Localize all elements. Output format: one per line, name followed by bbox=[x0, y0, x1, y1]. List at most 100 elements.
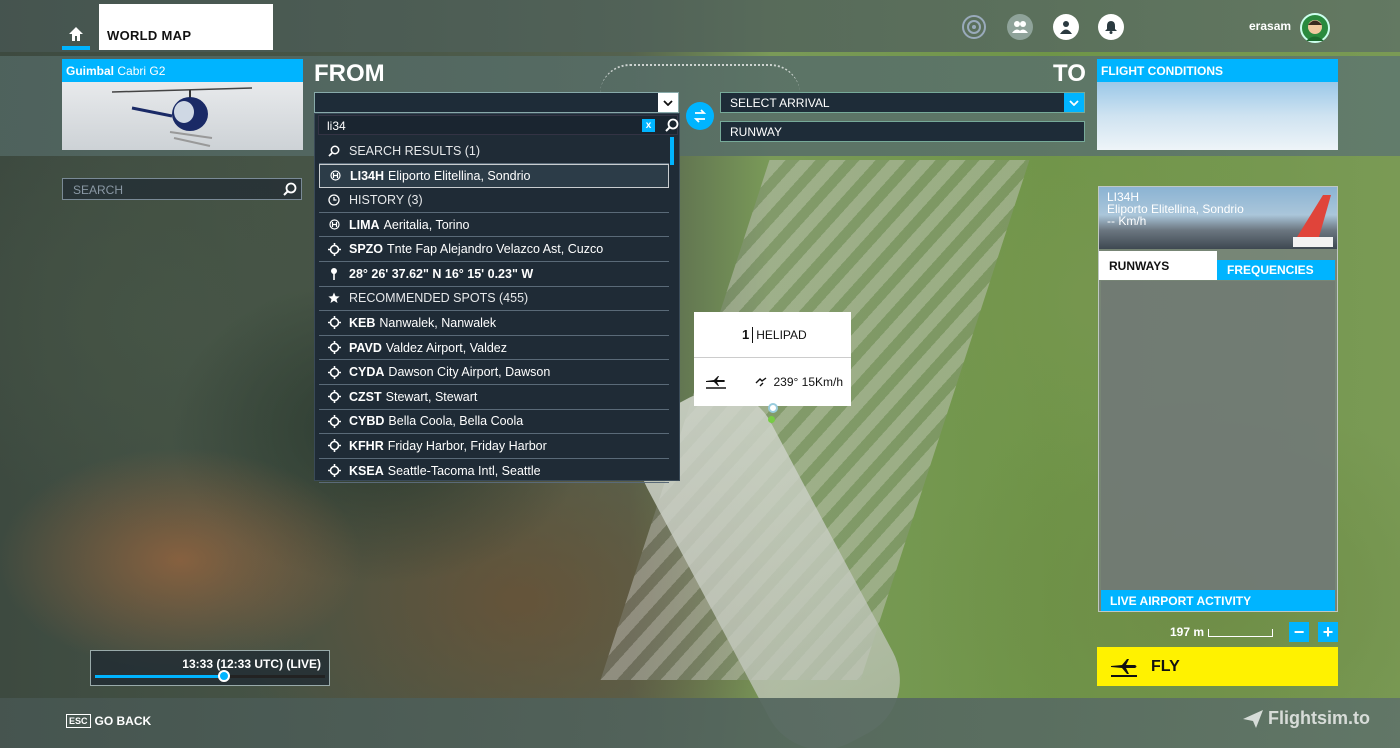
airport-popup[interactable]: 1 HELIPAD 239° 15Km/h bbox=[694, 312, 851, 406]
bell-icon bbox=[1105, 21, 1117, 34]
result-code: SPZO bbox=[349, 242, 384, 257]
paper-plane-icon bbox=[1243, 709, 1263, 728]
plane-takeoff-icon bbox=[1111, 658, 1137, 677]
airport-icon bbox=[325, 439, 343, 453]
watermark: Flightsim.to bbox=[1242, 708, 1370, 729]
result-code: 28° 26' 37.62" N 16° 15' 0.23" W bbox=[349, 266, 534, 281]
arrival-select[interactable]: SELECT ARRIVAL bbox=[720, 92, 1085, 113]
result-name: Aeritalia, Torino bbox=[383, 217, 470, 232]
chevron-down-icon bbox=[663, 99, 673, 106]
result-code: LIMA bbox=[349, 217, 380, 232]
activity-button[interactable] bbox=[961, 14, 987, 40]
aircraft-card[interactable]: Guimbal Cabri G2 bbox=[62, 59, 303, 150]
divider bbox=[752, 326, 754, 343]
clear-search-button[interactable]: x bbox=[642, 119, 655, 132]
departure-select[interactable] bbox=[314, 92, 679, 113]
profile-button[interactable] bbox=[1053, 14, 1079, 40]
map-search-input[interactable]: SEARCH bbox=[62, 178, 302, 200]
result-name: Valdez Airport, Valdez bbox=[385, 340, 508, 355]
section-title: HISTORY (3) bbox=[349, 192, 423, 207]
tab-runways[interactable]: RUNWAYS bbox=[1099, 251, 1217, 280]
user-icon bbox=[1060, 21, 1072, 34]
section-title: RECOMMENDED SPOTS (455) bbox=[349, 291, 529, 306]
result-section-header: RECOMMENDED SPOTS (455) bbox=[319, 287, 669, 312]
airport-info-panel: LI34H Eliporto Elitellina, Sondrio -- Km… bbox=[1098, 186, 1338, 612]
avatar[interactable] bbox=[1300, 13, 1330, 43]
departure-search-dropdown: li34 x SEARCH RESULTS (1) LI34H Eliporto E… bbox=[314, 113, 680, 484]
zoom-in-button[interactable]: + bbox=[1318, 622, 1338, 642]
result-code: CZST bbox=[349, 389, 382, 404]
search-icon[interactable] bbox=[283, 182, 297, 196]
zoom-out-button[interactable]: − bbox=[1289, 622, 1309, 642]
heliport-icon bbox=[325, 219, 343, 230]
aircraft-model: Cabri G2 bbox=[117, 64, 166, 78]
friends-button[interactable] bbox=[1007, 14, 1033, 40]
aircraft-image bbox=[62, 82, 303, 150]
search-icon bbox=[325, 145, 343, 157]
result-item[interactable]: KFHR Friday Harbor, Friday Harbor bbox=[319, 434, 669, 459]
departure-dropdown-button[interactable] bbox=[658, 93, 678, 112]
map-location-marker[interactable] bbox=[768, 403, 778, 413]
runway-select[interactable]: RUNWAY bbox=[720, 121, 1085, 142]
aircraft-brand: Guimbal bbox=[66, 64, 115, 78]
weather-preview-image bbox=[1097, 82, 1338, 150]
wind-row: 239° 15Km/h bbox=[694, 358, 851, 406]
time-slider[interactable] bbox=[95, 670, 325, 682]
result-item[interactable]: KSEA Seattle-Tacoma Intl, Seattle bbox=[319, 459, 669, 484]
result-code: KFHR bbox=[349, 438, 384, 453]
map-search-placeholder: SEARCH bbox=[73, 183, 124, 197]
result-code: LI34H bbox=[350, 168, 385, 183]
world-map-tab[interactable]: WORLD MAP bbox=[99, 4, 273, 50]
search-query: li34 bbox=[327, 119, 346, 133]
result-item[interactable]: CZST Stewart, Stewart bbox=[319, 385, 669, 410]
flight-path-decoration bbox=[600, 64, 800, 94]
spiral-icon bbox=[962, 15, 986, 39]
airport-icon bbox=[325, 316, 343, 330]
result-name: Stewart, Stewart bbox=[385, 389, 478, 404]
to-label: TO bbox=[1053, 60, 1086, 87]
results-scrollbar[interactable] bbox=[670, 137, 674, 165]
airport-hero-image: LI34H Eliporto Elitellina, Sondrio -- Km… bbox=[1099, 187, 1337, 249]
airport-info-content bbox=[1101, 281, 1335, 591]
result-item[interactable]: SPZO Tnte Fap Alejandro Velazco Ast, Cuzc… bbox=[319, 237, 669, 262]
result-item[interactable]: CYBD Bella Coola, Bella Coola bbox=[319, 410, 669, 435]
time-slider-handle[interactable] bbox=[217, 670, 230, 682]
result-name: Seattle-Tacoma Intl, Seattle bbox=[387, 463, 541, 478]
flight-conditions-card[interactable]: FLIGHT CONDITIONS bbox=[1097, 59, 1338, 150]
result-name: Eliporto Elitellina, Sondrio bbox=[388, 168, 531, 183]
result-item[interactable]: PAVD Valdez Airport, Valdez bbox=[319, 336, 669, 361]
result-item[interactable]: CYDA Dawson City Airport, Dawson bbox=[319, 360, 669, 385]
result-item[interactable]: LI34H Eliporto Elitellina, Sondrio bbox=[319, 163, 669, 189]
departure-search-input[interactable]: li34 x bbox=[318, 115, 679, 135]
swap-button[interactable] bbox=[686, 102, 714, 130]
fly-button[interactable]: FLY bbox=[1097, 647, 1338, 686]
result-section-header: SEARCH RESULTS (1) bbox=[319, 139, 669, 164]
result-item[interactable]: KEB Nanwalek, Nanwalek bbox=[319, 311, 669, 336]
go-back-button[interactable]: ESC GO BACK bbox=[66, 714, 151, 728]
time-slider-fill bbox=[95, 675, 224, 678]
result-item[interactable]: 28° 26' 37.62" N 16° 15' 0.23" W bbox=[319, 262, 669, 287]
search-icon[interactable] bbox=[665, 118, 679, 132]
result-item[interactable]: LIMA Aeritalia, Torino bbox=[319, 213, 669, 238]
go-back-label: GO BACK bbox=[94, 714, 152, 728]
airport-icon bbox=[325, 390, 343, 404]
swap-icon bbox=[693, 109, 707, 123]
result-section-header: HISTORY (3) bbox=[319, 188, 669, 213]
watermark-text: Flightsim.to bbox=[1268, 708, 1370, 728]
arrival-dropdown-button[interactable] bbox=[1064, 93, 1084, 112]
map-scale-bar bbox=[1208, 628, 1274, 637]
result-code: CYBD bbox=[349, 414, 385, 429]
map-scale-label: 197 m bbox=[1170, 625, 1205, 639]
chevron-down-icon bbox=[1069, 99, 1079, 106]
map-spawn-marker[interactable] bbox=[768, 416, 775, 423]
helicopter-icon bbox=[111, 87, 253, 147]
live-airport-activity-button[interactable]: LIVE AIRPORT ACTIVITY bbox=[1101, 590, 1335, 611]
result-name: Nanwalek, Nanwalek bbox=[379, 315, 497, 330]
airport-info-tabs: RUNWAYS FREQUENCIES bbox=[1099, 251, 1337, 280]
home-button[interactable] bbox=[62, 18, 90, 50]
username[interactable]: erasam bbox=[1249, 19, 1291, 33]
tab-frequencies[interactable]: FREQUENCIES bbox=[1217, 260, 1335, 280]
avatar-face-icon bbox=[1306, 20, 1324, 41]
notifications-button[interactable] bbox=[1098, 14, 1124, 40]
result-name: Friday Harbor, Friday Harbor bbox=[387, 438, 547, 453]
